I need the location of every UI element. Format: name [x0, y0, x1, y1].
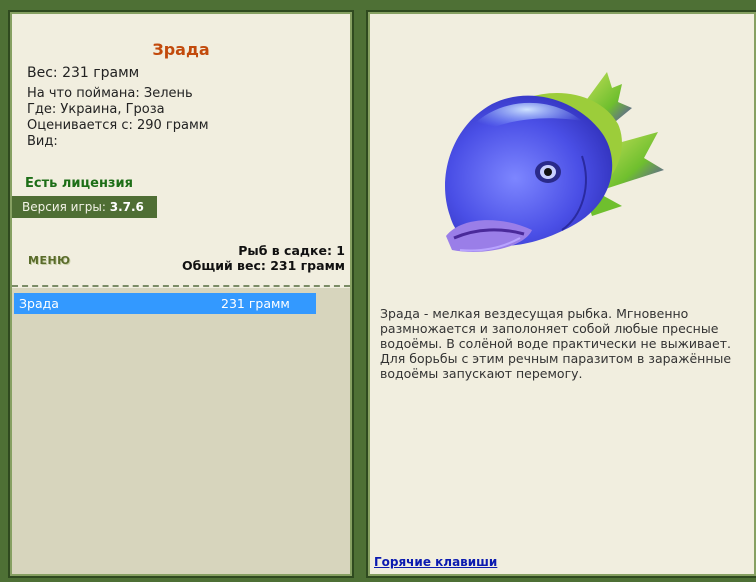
fish-value: Оценивается с: 290 грамм [27, 118, 209, 133]
fish-name: Зрада [152, 40, 210, 59]
version-label: Версия игры: [22, 200, 106, 214]
menu-button[interactable]: МЕНЮ [28, 254, 71, 267]
fish-bait: На что поймана: Зелень [27, 86, 193, 101]
keepnet-stats: Рыб в садке: 1 Общий вес: 231 грамм [182, 243, 345, 273]
fish-kind: Вид: [27, 134, 58, 149]
catch-name: Зрада [19, 296, 59, 311]
game-version-badge: Версия игры: 3.7.6 [12, 196, 157, 218]
fish-info-panel: Зрада Вес: 231 грамм На что поймана: Зел… [8, 10, 354, 578]
divider [12, 285, 350, 287]
version-number: 3.7.6 [109, 200, 144, 214]
fish-image [445, 72, 664, 252]
hotkeys-link[interactable]: Горячие клавиши [374, 555, 497, 569]
catch-weight: 231 грамм [221, 296, 290, 311]
license-status: Есть лицензия [25, 176, 133, 191]
fish-weight: Вес: 231 грамм [27, 65, 140, 81]
fish-description: Зрада - мелкая вездесущая рыбка. Мгновен… [380, 306, 732, 381]
catch-list: Зрада 231 грамм [12, 288, 350, 574]
fish-location: Где: Украина, Гроза [27, 102, 165, 117]
fish-description-panel: Зрада - мелкая вездесущая рыбка. Мгновен… [366, 10, 756, 578]
catch-list-row[interactable]: Зрада 231 грамм [14, 293, 316, 314]
keepnet-count: Рыб в садке: 1 [238, 243, 345, 258]
keepnet-total-weight: Общий вес: 231 грамм [182, 258, 345, 273]
